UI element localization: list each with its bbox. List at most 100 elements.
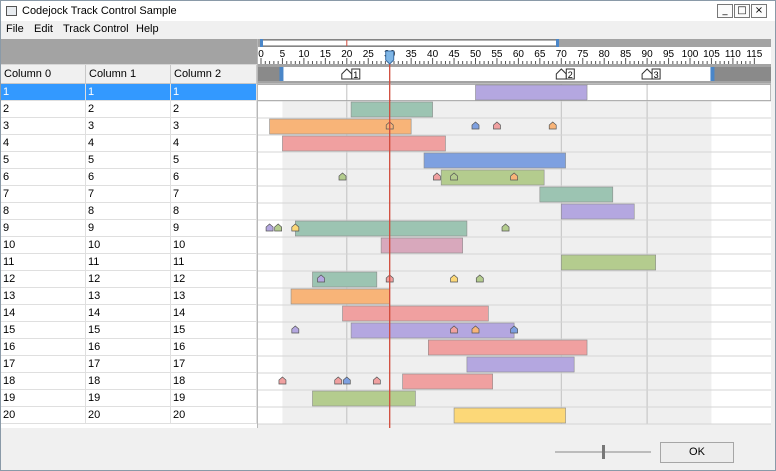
column-header-0[interactable]: Column 0 [1, 65, 86, 84]
ruler-label: 45 [448, 49, 460, 60]
ruler-label: 75 [577, 49, 589, 60]
ruler-label: 25 [363, 49, 375, 60]
grid-row[interactable]: 18 18 18 [1, 373, 257, 390]
grid-row[interactable]: 666 [1, 169, 257, 186]
ruler-label: 40 [427, 49, 439, 60]
track-block[interactable] [453, 407, 566, 424]
grid-row[interactable]: 17 17 17 [1, 356, 257, 373]
grid-cell: 19 [1, 390, 86, 406]
track-block[interactable] [475, 84, 588, 101]
grid-cell: 12 [171, 271, 257, 287]
ruler-label: 5 [280, 49, 286, 60]
track-block[interactable] [350, 101, 433, 118]
range-handle-right[interactable] [556, 39, 560, 47]
grid-cell: 19 [171, 390, 257, 406]
track-block[interactable] [428, 339, 588, 356]
grid-cell: 17 [1, 356, 86, 372]
ok-button[interactable]: OK [660, 442, 734, 463]
title-bar: Codejock Track Control Sample _ □ × [1, 1, 775, 21]
grid-row[interactable]: 999 [1, 220, 257, 237]
ruler-label: 105 [703, 49, 720, 60]
grid-cell: 10 [1, 237, 86, 253]
grid-cell: 2 [86, 101, 171, 117]
grid-cell: 10 [86, 237, 171, 253]
grid-cell: 9 [171, 220, 257, 236]
ruler-label: 65 [534, 49, 546, 60]
grid-row[interactable]: 16 16 16 [1, 339, 257, 356]
grid-row[interactable]: 222 [1, 101, 257, 118]
track-block[interactable] [282, 135, 446, 152]
grid-row[interactable]: 333 [1, 118, 257, 135]
grid-row[interactable]: 555 [1, 152, 257, 169]
close-button[interactable]: × [751, 4, 767, 18]
track-block[interactable] [402, 373, 493, 390]
marker-strip [257, 67, 771, 81]
grid-cell: 18 [171, 373, 257, 389]
ruler-label: 15 [320, 49, 332, 60]
minimize-button[interactable]: _ [717, 4, 733, 18]
track-block[interactable] [380, 237, 463, 254]
grid-row[interactable]: 777 [1, 186, 257, 203]
grid-cell: 16 [1, 339, 86, 355]
track-block[interactable] [295, 220, 468, 237]
grid-cell: 17 [171, 356, 257, 372]
grid-cell: 9 [86, 220, 171, 236]
column-header-2[interactable]: Column 2 [171, 65, 257, 84]
menu-track-control[interactable]: Track Control [63, 23, 129, 35]
maximize-button[interactable]: □ [734, 4, 750, 18]
track-area[interactable]: 0510152025303540455055606570758085909510… [257, 39, 771, 428]
slider-thumb[interactable] [602, 445, 605, 459]
data-grid: Column 0 Column 1 Column 2 1112223334445… [1, 39, 257, 428]
grid-cell: 1 [86, 84, 171, 100]
grid-cell: 18 [86, 373, 171, 389]
grid-row[interactable]: 19 19 19 [1, 390, 257, 407]
column-header-1[interactable]: Column 1 [86, 65, 171, 84]
grid-row[interactable]: 14 14 14 [1, 305, 257, 322]
grid-cell: 20 [171, 407, 257, 423]
ruler-label: 10 [298, 49, 310, 60]
grid-cell: 13 [86, 288, 171, 304]
range-band[interactable] [260, 39, 558, 47]
ruler-label: 85 [620, 49, 632, 60]
track-block[interactable] [290, 288, 390, 305]
work-area-start-handle[interactable] [279, 67, 284, 81]
grid-cell: 10 [171, 237, 257, 253]
grid-row[interactable]: 888 [1, 203, 257, 220]
zoom-slider[interactable] [555, 443, 651, 461]
grid-row[interactable]: 13 13 13 [1, 288, 257, 305]
track-canvas[interactable]: 0510152025303540455055606570758085909510… [257, 39, 771, 428]
grid-row[interactable]: 20 20 20 [1, 407, 257, 424]
grid-cell: 3 [1, 118, 86, 134]
grid-row[interactable]: 444 [1, 135, 257, 152]
grid-cell: 5 [86, 152, 171, 168]
work-area-end-handle[interactable] [710, 67, 715, 81]
track-block[interactable] [539, 186, 614, 203]
marker-strip-right-shade [713, 67, 771, 81]
grid-cell: 4 [1, 135, 86, 151]
track-block[interactable] [560, 203, 635, 220]
track-block[interactable] [342, 305, 489, 322]
menu-edit[interactable]: Edit [34, 23, 53, 35]
grid-row[interactable]: 111 [1, 84, 257, 101]
menu-help[interactable]: Help [136, 23, 159, 35]
grid-cell: 7 [1, 186, 86, 202]
ruler-label: 80 [599, 49, 611, 60]
track-block[interactable] [560, 254, 656, 271]
ruler-label: 95 [663, 49, 675, 60]
grid-row[interactable]: 15 15 15 [1, 322, 257, 339]
range-handle-left[interactable] [260, 39, 263, 47]
grid-cell: 1 [171, 84, 257, 100]
grid-row[interactable]: 11 11 11 [1, 254, 257, 271]
grid-row[interactable]: 12 12 12 [1, 271, 257, 288]
grid-cell: 19 [86, 390, 171, 406]
grid-cell: 11 [86, 254, 171, 270]
grid-cell: 9 [1, 220, 86, 236]
ruler-label: 70 [556, 49, 568, 60]
track-block[interactable] [312, 390, 416, 407]
grid-row[interactable]: 10 10 10 [1, 237, 257, 254]
track-block[interactable] [350, 322, 515, 339]
track-block[interactable] [423, 152, 566, 169]
marker-label: 2 [568, 70, 573, 80]
track-block[interactable] [466, 356, 575, 373]
menu-file[interactable]: File [6, 23, 24, 35]
